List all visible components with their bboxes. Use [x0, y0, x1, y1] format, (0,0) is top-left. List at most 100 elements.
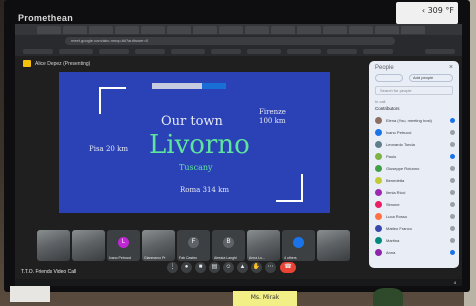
participant-row[interactable]: Giuseppe Rotunno — [375, 164, 455, 173]
participant-tile[interactable]: F Fab Casteo — [177, 230, 210, 261]
browser-tab[interactable] — [323, 26, 347, 34]
browser-tab[interactable] — [271, 26, 295, 34]
avatar — [375, 213, 382, 220]
browser-tab[interactable] — [167, 26, 191, 34]
slide-city: Livorno — [149, 130, 250, 160]
presenting-icon — [23, 60, 31, 67]
end-call-button[interactable]: ☎ — [280, 262, 296, 273]
slide-frame-corner — [301, 174, 303, 202]
slide-west-label: Pisa 20 km — [89, 145, 128, 153]
people-panel: People × Add people Search for people In… — [369, 61, 459, 268]
participant-tile[interactable]: L Ivano Petrucci — [107, 230, 140, 261]
participant-row[interactable]: Matteo Franco — [375, 224, 455, 233]
participant-tile[interactable] — [317, 230, 350, 261]
captions-icon[interactable]: ▤ — [209, 262, 220, 273]
more-icon[interactable] — [450, 202, 455, 207]
participant-row[interactable]: Ivano Petrucci — [375, 128, 455, 137]
browser-tab[interactable] — [375, 26, 399, 34]
participant-row[interactable]: Martina — [375, 236, 455, 245]
bookmark-item[interactable] — [287, 49, 321, 54]
bookmark-item[interactable] — [135, 49, 165, 54]
participant-tile[interactable]: Anna Lu... — [247, 230, 280, 261]
host-controls-button[interactable] — [375, 74, 403, 82]
participant-row-name: Martina — [386, 238, 400, 243]
bookmark-item[interactable] — [171, 49, 205, 54]
browser-tab[interactable] — [193, 26, 217, 34]
avatar — [375, 153, 382, 160]
participant-row[interactable]: Leonardo Tonda — [375, 140, 455, 149]
slide-south-label: Roma 314 km — [180, 186, 229, 194]
participant-tile[interactable] — [37, 230, 70, 261]
meeting-name: T.T.O. Friends Video Call — [21, 269, 77, 275]
slide-frame-corner — [276, 200, 303, 202]
search-people-input[interactable]: Search for people — [375, 86, 453, 95]
browser-tab[interactable] — [349, 26, 373, 34]
raise-hand-icon[interactable]: ✋ — [251, 262, 262, 273]
address-bar: meet.google.com/abc-mnop-tkl?authuser=0 — [15, 35, 462, 47]
participant-row[interactable]: Paolo — [375, 152, 455, 161]
meet-window: Alice Depez (Presenting) Our town Livorn… — [15, 56, 462, 286]
add-people-button[interactable]: Add people — [409, 74, 453, 82]
participant-name: Gianmarco Pr — [144, 256, 166, 260]
bookmark-item[interactable] — [363, 49, 393, 54]
close-icon[interactable]: × — [449, 64, 453, 71]
browser-tab[interactable] — [245, 26, 269, 34]
bookmark-item[interactable] — [247, 49, 281, 54]
slide-title: Our town — [161, 114, 223, 129]
options-icon[interactable]: ⋯ — [265, 262, 276, 273]
participant-row[interactable]: Anna — [375, 248, 455, 257]
more-icon[interactable]: ⋮ — [167, 262, 178, 273]
participant-row[interactable]: Ilenia Ricci — [375, 188, 455, 197]
more-icon[interactable] — [450, 178, 455, 183]
participant-row[interactable]: Simone — [375, 200, 455, 209]
mic-icon[interactable]: ● — [181, 262, 192, 273]
more-icon[interactable] — [450, 238, 455, 243]
more-icon[interactable] — [450, 166, 455, 171]
browser-tab[interactable] — [141, 26, 165, 34]
participant-row[interactable]: Benedetta — [375, 176, 455, 185]
avatar — [375, 237, 382, 244]
call-controls: ⋮ ● ■ ▤ ☺ ▲ ✋ ⋯ ☎ — [167, 261, 317, 275]
browser-tab[interactable] — [89, 26, 113, 34]
bookmark-item[interactable] — [99, 49, 129, 54]
browser-tab[interactable] — [63, 26, 87, 34]
bookmark-item[interactable] — [59, 49, 93, 54]
participant-avatar: B — [223, 237, 234, 248]
browser-tab[interactable] — [115, 26, 139, 34]
participant-tile[interactable]: B Alessia Langhi — [212, 230, 245, 261]
more-icon[interactable] — [450, 190, 455, 195]
url-field[interactable]: meet.google.com/abc-mnop-tkl?authuser=0 — [65, 37, 395, 45]
present-icon[interactable]: ▲ — [237, 262, 248, 273]
participant-row-name: Elena (You, meeting host) — [386, 118, 432, 123]
camera-icon[interactable]: ■ — [195, 262, 206, 273]
participant-row[interactable]: Luca Rosso — [375, 212, 455, 221]
mic-status-icon — [450, 250, 455, 255]
bookmark-item[interactable] — [23, 49, 53, 54]
more-icon[interactable] — [450, 214, 455, 219]
participant-row[interactable]: Elena (You, meeting host) — [375, 116, 455, 125]
all-bookmarks[interactable] — [425, 49, 455, 54]
slide-caption-highlight — [202, 83, 226, 89]
avatar — [375, 141, 382, 148]
browser-tab[interactable] — [297, 26, 321, 34]
avatar — [375, 129, 382, 136]
sticker-label: Ms. Mirak — [233, 291, 297, 306]
browser-tab[interactable] — [219, 26, 243, 34]
participant-tile[interactable]: Gianmarco Pr — [142, 230, 175, 261]
participant-row-name: Matteo Franco — [386, 226, 412, 231]
participant-avatar: F — [188, 237, 199, 248]
avatar — [375, 189, 382, 196]
reactions-icon[interactable]: ☺ — [223, 262, 234, 273]
more-icon[interactable] — [450, 226, 455, 231]
more-icon[interactable] — [450, 130, 455, 135]
mic-status-icon — [450, 118, 455, 123]
browser-tab[interactable] — [401, 26, 425, 34]
browser-tab[interactable] — [37, 26, 61, 34]
bookmark-item[interactable] — [211, 49, 241, 54]
more-icon[interactable] — [450, 142, 455, 147]
bookmark-item[interactable] — [327, 49, 357, 54]
participant-tile[interactable]: 4 others — [282, 230, 315, 261]
avatar — [375, 201, 382, 208]
participant-tile[interactable] — [72, 230, 105, 261]
avatar — [375, 225, 382, 232]
